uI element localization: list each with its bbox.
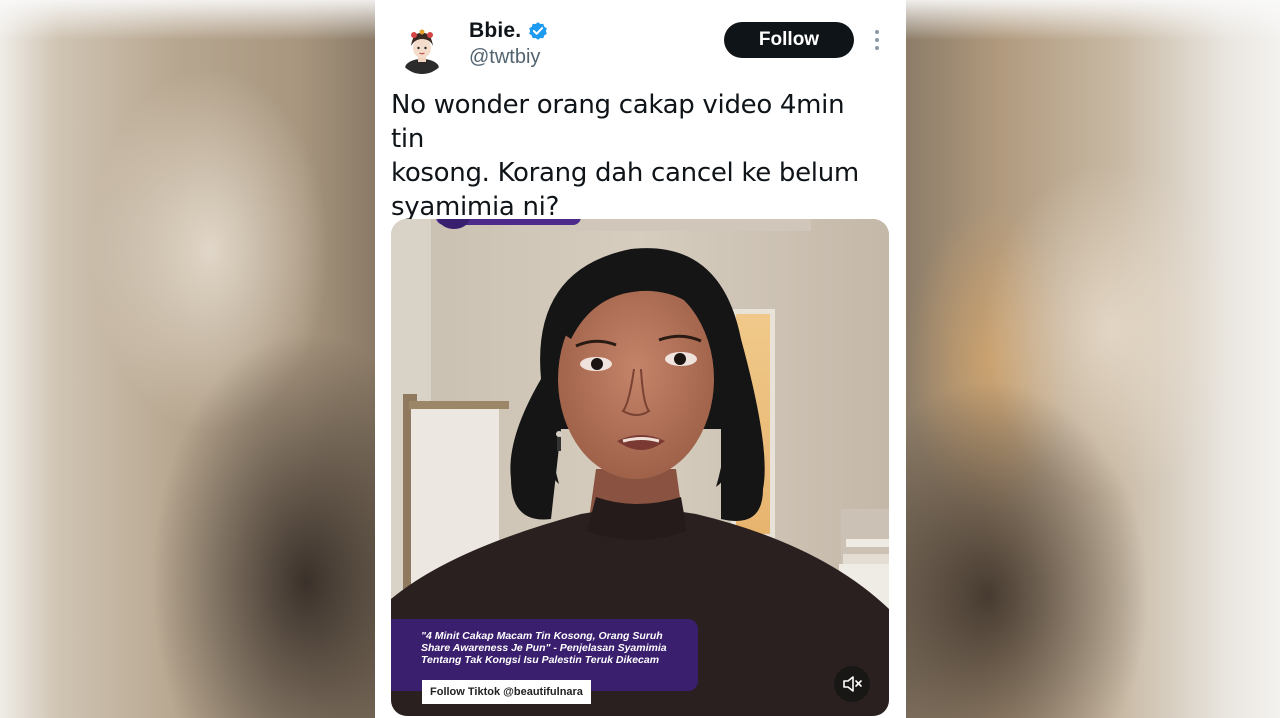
video-credit-label: Follow Tiktok @beautifulnara: [422, 680, 591, 704]
verified-badge-icon: [529, 22, 548, 40]
screenshot-stage: Bbie. @twtbiy Follow No wonder orang cak…: [0, 0, 1280, 718]
tweet-text: No wonder orang cakap video 4min tin kos…: [391, 90, 859, 222]
blurred-background-shadow-left: [150, 330, 410, 718]
author-name-row: Bbie.: [469, 18, 549, 44]
author-display-name[interactable]: Bbie.: [469, 19, 521, 43]
tweet-card: Bbie. @twtbiy Follow No wonder orang cak…: [375, 0, 906, 718]
video-caption-text: "4 Minit Cakap Macam Tin Kosong, Orang S…: [421, 630, 667, 666]
avatar[interactable]: [397, 24, 447, 74]
more-options-icon[interactable]: [872, 29, 882, 51]
follow-button[interactable]: Follow: [724, 22, 854, 58]
speaker-muted-icon: [843, 676, 862, 692]
avatar-illustration: [397, 24, 447, 74]
unmute-button[interactable]: [834, 666, 870, 702]
author-handle[interactable]: @twtbiy: [469, 46, 540, 69]
video-player[interactable]: "4 Minit Cakap Macam Tin Kosong, Orang S…: [391, 219, 889, 716]
blurred-background-shadow-right: [880, 380, 1150, 718]
